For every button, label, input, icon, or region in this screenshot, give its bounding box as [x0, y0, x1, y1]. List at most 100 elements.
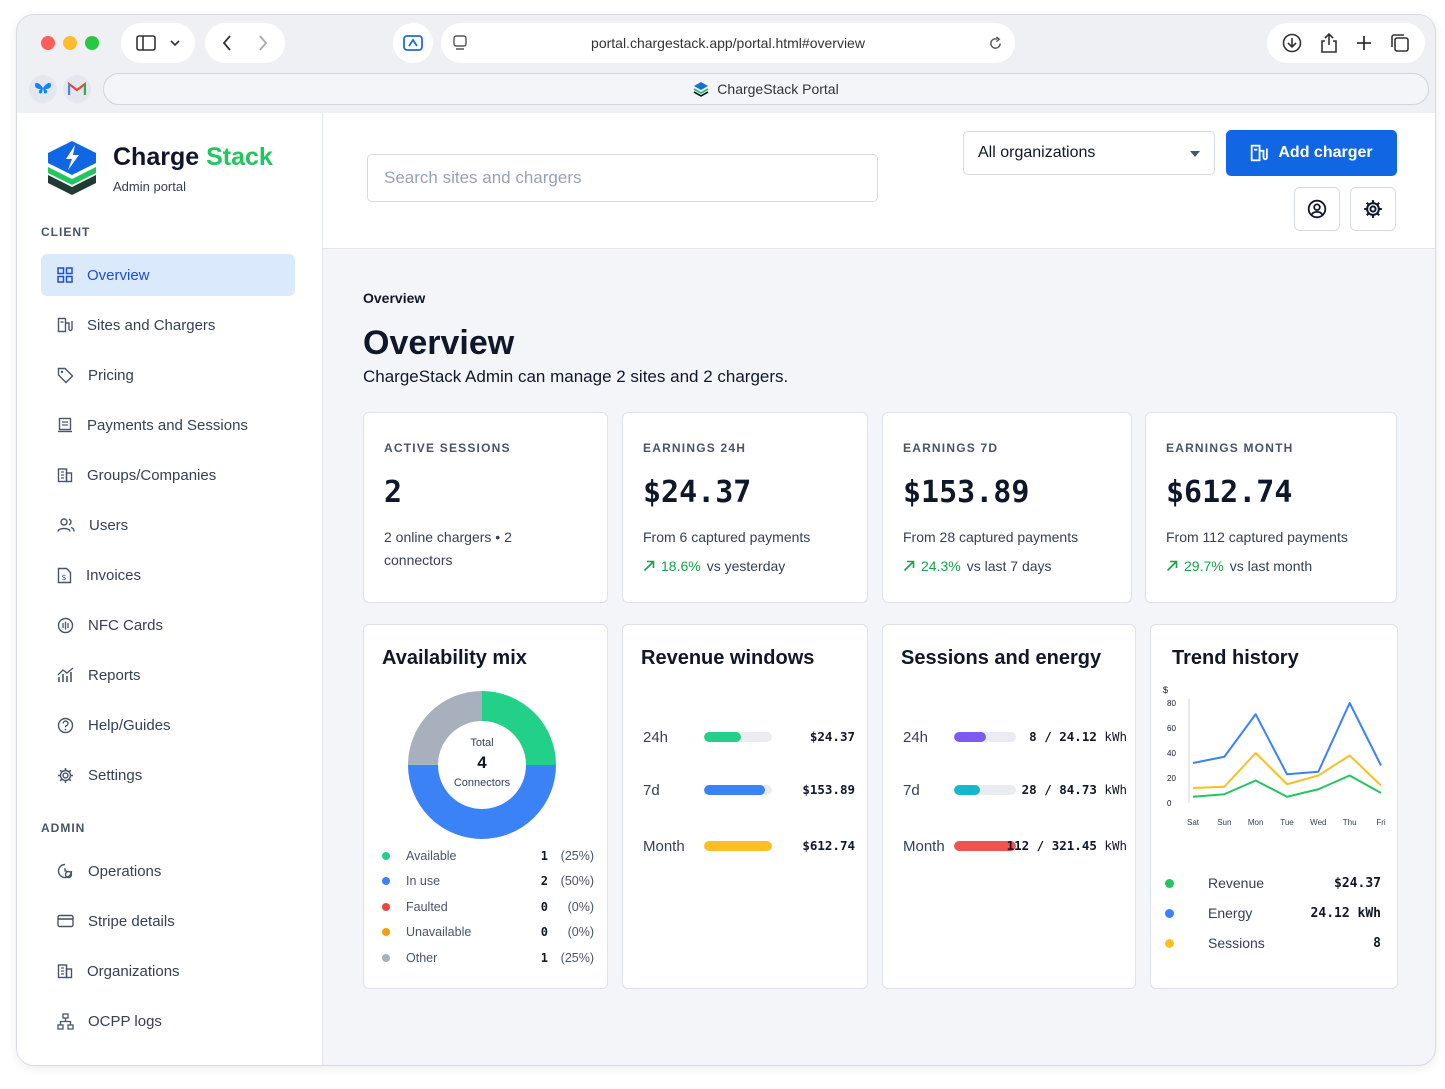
trend-up-icon — [643, 560, 655, 572]
sidebar-item-operations[interactable]: Operations — [41, 850, 295, 892]
legend-dot — [382, 877, 390, 885]
y-tick-label: 40 — [1167, 749, 1176, 758]
x-tick-label: Sat — [1187, 818, 1200, 827]
new-tab-icon[interactable] — [1356, 35, 1372, 51]
legend-dot — [382, 954, 390, 962]
stat-label: ACTIVE SESSIONS — [384, 441, 511, 455]
stat-description: From 112 captured payments — [1166, 529, 1348, 545]
browser-chrome: portal.chargestack.app/portal.html#overv… — [17, 15, 1435, 113]
sidebar-item-overview[interactable]: Overview — [41, 254, 295, 296]
chevron-down-icon — [170, 39, 180, 46]
stat-card-earnings-month: EARNINGS MONTH $612.74 From 112 captured… — [1145, 412, 1397, 603]
sidebar-toggle[interactable] — [121, 23, 195, 63]
extension-button[interactable] — [393, 23, 433, 63]
revenue-row-label: Month — [643, 837, 685, 855]
y-tick-label: 20 — [1167, 774, 1176, 783]
legend-value: 1 — [540, 951, 548, 965]
download-icon[interactable] — [1282, 33, 1302, 53]
sidebar-item-sites-and-chargers[interactable]: Sites and Chargers — [41, 304, 295, 346]
card-title: Trend history — [1172, 647, 1299, 669]
legend-value: 0 — [540, 925, 548, 939]
session-bar-fill — [954, 785, 981, 795]
legend-name: Other — [406, 951, 438, 965]
sidebar-item-organizations[interactable]: Organizations — [41, 950, 295, 992]
stat-description: 2 online chargers • 2 connectors — [384, 529, 512, 568]
sidebar-item-settings[interactable]: Settings — [41, 754, 295, 796]
zoom-window-button[interactable] — [85, 36, 99, 50]
session-row: Month 112 / 321.45 kWh — [903, 836, 1133, 856]
page-info-icon — [453, 35, 467, 50]
operations-icon — [57, 863, 73, 878]
help-icon — [57, 717, 74, 733]
sidebar-item-nfc-cards[interactable]: NFC Cards — [41, 604, 295, 646]
add-charger-button[interactable]: Add charger — [1226, 130, 1397, 176]
legend-name: Unavailable — [406, 925, 472, 939]
legend-value: 24.12 kWh — [1310, 905, 1381, 921]
back-icon[interactable] — [222, 35, 232, 51]
sidebar-item-users[interactable]: Users — [41, 504, 295, 546]
trend-history-card: Trend history $0 20 40 60 80 Sat Sun Mon Tue Wed T… — [1150, 624, 1398, 989]
revenue-windows-card: Revenue windows 24h $24.37 7d $153.89 Month $… — [622, 624, 868, 989]
bookmark-gmail[interactable] — [63, 75, 91, 103]
card-icon — [57, 914, 74, 928]
stat-value: 2 — [384, 475, 403, 510]
close-window-button[interactable] — [41, 36, 55, 50]
tabs-overview-icon[interactable] — [1390, 33, 1410, 53]
donut-center-value: 4 — [477, 753, 487, 772]
availability-legend-row: Unavailable 0 (0%) — [380, 923, 594, 941]
active-tab[interactable]: ChargeStack Portal — [103, 73, 1429, 105]
trend-text: vs last 7 days — [966, 558, 1052, 574]
sidebar-item-help-guides[interactable]: Help/Guides — [41, 704, 295, 746]
search-input[interactable] — [367, 154, 878, 202]
sidebar-item-payments-and-sessions[interactable]: Payments and Sessions — [41, 404, 295, 446]
session-bar-fill — [954, 732, 987, 742]
stat-card-earnings-7d: EARNINGS 7D $153.89 From 28 captured pay… — [882, 412, 1132, 603]
session-count-energy: 8 / 24.12 — [1029, 729, 1105, 744]
sidebar-item-reports[interactable]: Reports — [41, 654, 295, 696]
sidebar-item-pricing[interactable]: Pricing — [41, 354, 295, 396]
bookmark-bluesky[interactable] — [29, 75, 57, 103]
client-section-label: CLIENT — [41, 225, 91, 239]
revenue-row-label: 24h — [643, 728, 669, 746]
sidebar-item-groups-companies[interactable]: Groups/Companies — [41, 454, 295, 496]
session-energy-unit: kWh — [1104, 838, 1127, 853]
share-icon[interactable] — [1320, 33, 1338, 53]
availability-mix-card: Availability mix Total 4 Connectors Avai… — [363, 624, 608, 989]
address-bar[interactable]: portal.chargestack.app/portal.html#overv… — [441, 23, 1015, 63]
sidebar-item-label: OCPP logs — [88, 1012, 162, 1030]
admin-section-label: ADMIN — [41, 821, 86, 835]
y-tick-label: 0 — [1167, 799, 1172, 808]
donut-center-label-top: Total — [470, 737, 494, 749]
revenue-bar-track — [704, 732, 772, 742]
minimize-window-button[interactable] — [63, 36, 77, 50]
session-row-value: 8 / 24.12 kWh — [1029, 729, 1127, 744]
trend-percent: 29.7% — [1184, 558, 1224, 574]
legend-dot — [382, 928, 390, 936]
trend-legend-row: Sessions 8 — [1165, 933, 1381, 953]
brand-name: Charge Stack — [113, 143, 273, 172]
legend-percent: (25%) — [560, 951, 594, 965]
tab-title: ChargeStack Portal — [717, 81, 839, 97]
settings-button[interactable] — [1350, 187, 1396, 231]
forward-icon[interactable] — [258, 35, 268, 51]
x-tick-label: Tue — [1280, 818, 1294, 827]
sidebar-item-invoices[interactable]: $ Invoices — [41, 554, 295, 596]
invoice-icon: $ — [57, 567, 72, 583]
sidebar-item-ocpp-logs[interactable]: OCPP logs — [41, 1000, 295, 1042]
sidebar-item-label: NFC Cards — [88, 616, 164, 634]
stat-trend: 18.6% vs yesterday — [643, 558, 785, 574]
charger-icon — [57, 317, 73, 333]
charger-icon — [1251, 144, 1269, 162]
sidebar-item-label: Overview — [87, 266, 150, 284]
gmail-icon — [68, 82, 86, 95]
receipt-icon — [58, 417, 72, 433]
stat-value: $612.74 — [1166, 475, 1293, 510]
organization-select[interactable]: All organizations — [963, 131, 1215, 175]
reload-icon[interactable] — [988, 36, 1003, 51]
sidebar-item-stripe-details[interactable]: Stripe details — [41, 900, 295, 942]
page-subtitle: ChargeStack Admin can manage 2 sites and… — [363, 367, 789, 386]
legend-dot — [1165, 938, 1174, 948]
sidebar-item-label: Sites and Chargers — [87, 316, 216, 334]
trend-up-icon — [1166, 560, 1178, 572]
account-button[interactable] — [1294, 187, 1340, 231]
